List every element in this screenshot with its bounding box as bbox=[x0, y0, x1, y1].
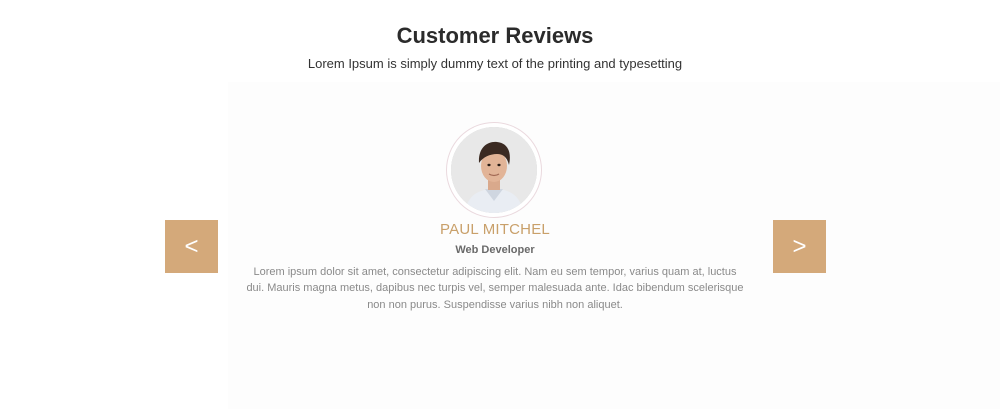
customer-reviews-section: Customer Reviews Lorem Ipsum is simply d… bbox=[0, 0, 1000, 409]
reviewer-name: PAUL MITCHEL bbox=[440, 221, 550, 238]
reviewer-role: Web Developer bbox=[455, 244, 535, 256]
chevron-right-icon: > bbox=[792, 232, 807, 260]
avatar bbox=[446, 122, 542, 218]
review-text: Lorem ipsum dolor sit amet, consectetur … bbox=[246, 266, 744, 311]
next-button[interactable]: > bbox=[773, 220, 826, 273]
section-subtitle: Lorem Ipsum is simply dummy text of the … bbox=[307, 56, 683, 71]
profile-photo bbox=[451, 127, 537, 213]
section-title: Customer Reviews bbox=[396, 23, 594, 48]
person-photo-icon bbox=[451, 127, 537, 213]
